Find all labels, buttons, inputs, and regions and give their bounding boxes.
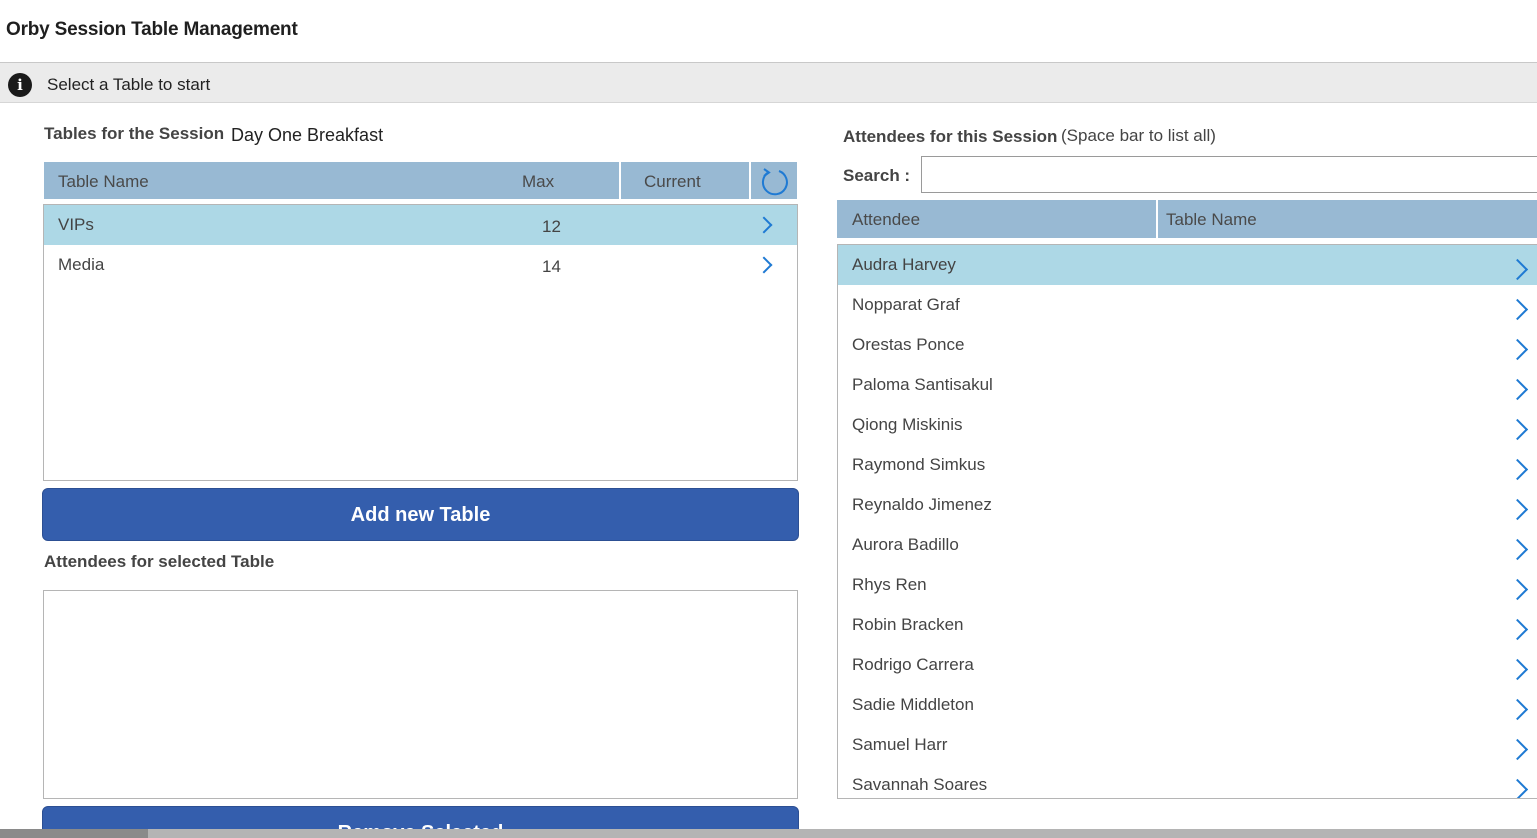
selected-table-attendees-label: Attendees for selected Table: [44, 552, 275, 571]
info-icon: i: [8, 73, 32, 97]
search-input[interactable]: [921, 156, 1537, 193]
chevron-right-icon[interactable]: [1506, 338, 1529, 361]
attendee-name: Rodrigo Carrera: [852, 655, 974, 674]
app-title: Orby Session Table Management: [6, 19, 298, 40]
attendee-row[interactable]: Orestas Ponce: [838, 325, 1537, 365]
chevron-right-icon[interactable]: [1506, 378, 1529, 401]
attendee-row[interactable]: Nopparat Graf: [838, 285, 1537, 325]
chevron-right-icon[interactable]: [1506, 618, 1529, 641]
tables-list: VIPs 12 Media 14: [43, 204, 798, 481]
table-name-cell: VIPs: [58, 215, 94, 234]
scrollbar-track[interactable]: [0, 829, 1537, 838]
chevron-right-icon[interactable]: [1506, 658, 1529, 681]
session-name: Day One Breakfast: [231, 125, 384, 145]
attendee-name: Audra Harvey: [852, 255, 956, 274]
attendee-row[interactable]: Samuel Harr: [838, 725, 1537, 765]
chevron-right-icon[interactable]: [1506, 258, 1529, 281]
attendee-name: Samuel Harr: [852, 735, 948, 754]
tables-section-label: Tables for the Session: [44, 124, 225, 143]
attendee-name: Paloma Santisakul: [852, 375, 993, 394]
attendee-row[interactable]: Sadie Middleton: [838, 685, 1537, 725]
add-table-button[interactable]: Add new Table: [42, 488, 799, 541]
refresh-icon[interactable]: [760, 166, 790, 196]
col-current: Current: [644, 172, 701, 191]
selected-table-attendees-list: [43, 590, 798, 799]
chevron-right-icon[interactable]: [1506, 738, 1529, 761]
attendee-name: Qiong Miskinis: [852, 415, 963, 434]
chevron-right-icon[interactable]: [1506, 498, 1529, 521]
chevron-right-icon[interactable]: [1506, 778, 1529, 798]
attendee-name: Sadie Middleton: [852, 695, 974, 714]
chevron-right-icon[interactable]: [1506, 698, 1529, 721]
scrollbar-thumb[interactable]: [0, 829, 148, 838]
table-row[interactable]: Media 14: [44, 245, 797, 285]
table-max-cell: 14: [542, 257, 561, 276]
remove-selected-button[interactable]: Remove Selected: [42, 806, 799, 829]
chevron-right-icon[interactable]: [1506, 538, 1529, 561]
col-table-name: Table Name: [1166, 210, 1257, 229]
chevron-right-icon[interactable]: [1506, 458, 1529, 481]
attendees-list: Audra Harvey Nopparat Graf Orestas Ponce Pa…: [837, 244, 1537, 799]
attendee-name: Nopparat Graf: [852, 295, 960, 314]
attendee-name: Raymond Simkus: [852, 455, 986, 474]
chevron-right-icon[interactable]: [755, 216, 773, 234]
attendee-row[interactable]: Audra Harvey: [838, 245, 1537, 285]
info-bar: i Select a Table to start: [0, 63, 1537, 103]
chevron-right-icon[interactable]: [1506, 418, 1529, 441]
attendees-section-label: Attendees for this Session: [843, 127, 1058, 146]
remove-button-clip: Remove Selected: [42, 806, 799, 829]
attendees-header: Attendee Table Name: [837, 200, 1537, 238]
info-message: Select a Table to start: [47, 75, 211, 94]
attendee-row[interactable]: Rodrigo Carrera: [838, 645, 1537, 685]
attendee-name: Rhys Ren: [852, 575, 927, 594]
table-max-cell: 12: [542, 217, 561, 236]
chevron-right-icon[interactable]: [1506, 298, 1529, 321]
search-label: Search :: [843, 166, 911, 185]
attendee-name: Savannah Soares: [852, 775, 988, 794]
attendee-row[interactable]: Rhys Ren: [838, 565, 1537, 605]
table-name-cell: Media: [58, 255, 105, 274]
tables-header: Table Name Max Current: [44, 162, 797, 199]
attendee-name: Orestas Ponce: [852, 335, 965, 354]
col-attendee: Attendee: [852, 210, 921, 229]
attendee-row[interactable]: Aurora Badillo: [838, 525, 1537, 565]
attendee-name: Aurora Badillo: [852, 535, 959, 554]
col-table-name: Table Name: [58, 172, 149, 191]
attendees-hint: (Space bar to list all): [1061, 126, 1216, 145]
attendee-row[interactable]: Paloma Santisakul: [838, 365, 1537, 405]
table-row[interactable]: VIPs 12: [44, 205, 797, 245]
attendee-name: Robin Bracken: [852, 615, 964, 634]
chevron-right-icon[interactable]: [1506, 578, 1529, 601]
attendee-row[interactable]: Qiong Miskinis: [838, 405, 1537, 445]
attendee-row[interactable]: Raymond Simkus: [838, 445, 1537, 485]
attendee-row[interactable]: Reynaldo Jimenez: [838, 485, 1537, 525]
col-divider: [619, 162, 621, 199]
col-divider: [1156, 200, 1158, 238]
col-max: Max: [522, 172, 555, 191]
attendee-name: Reynaldo Jimenez: [852, 495, 992, 514]
col-divider: [749, 162, 751, 199]
chevron-right-icon[interactable]: [755, 256, 773, 274]
attendee-row[interactable]: Savannah Soares: [838, 765, 1537, 798]
attendee-row[interactable]: Robin Bracken: [838, 605, 1537, 645]
